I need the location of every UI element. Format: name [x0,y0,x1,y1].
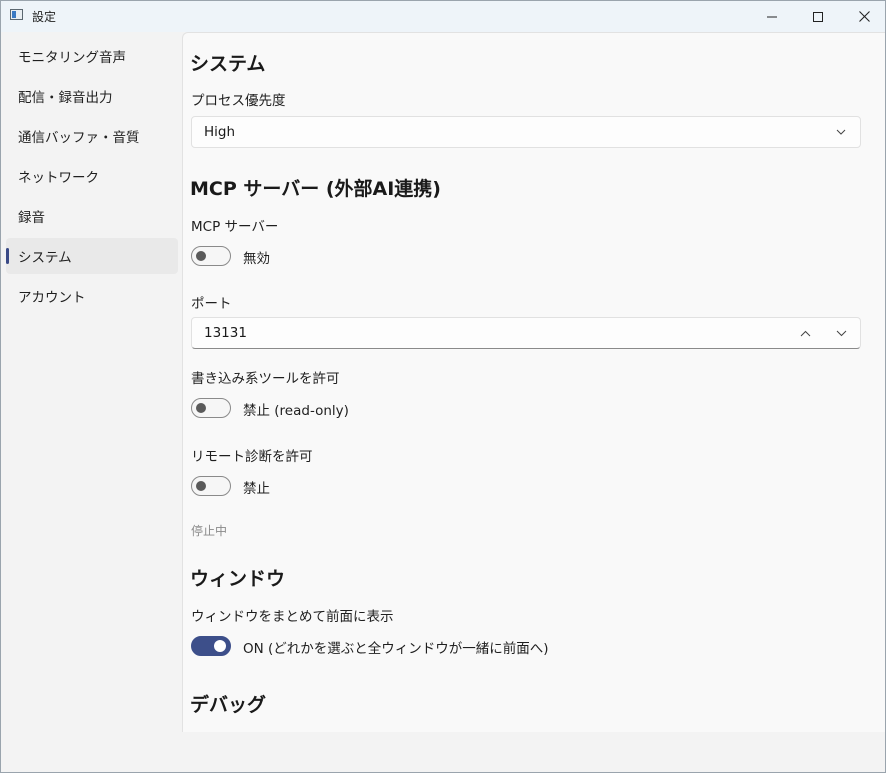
toggle-knob [196,481,206,491]
sidebar-item-label: ネットワーク [18,170,99,186]
sidebar-item-label: 録音 [18,210,45,226]
port-value: 13131 [204,325,247,341]
process-priority-label: プロセス優先度 [191,93,286,109]
app-icon [10,9,23,20]
maximize-icon [813,11,823,22]
mcp-status-text: 停止中 [191,524,228,538]
sidebar-item-stream-record-output[interactable]: 配信・録音出力 [6,78,178,114]
port-label: ポート [191,296,232,312]
chevron-down-icon [826,117,856,147]
sidebar-item-recording[interactable]: 録音 [6,198,178,234]
settings-content[interactable]: システム プロセス優先度 High MCP サーバー (外部AI連携) MCP … [182,32,885,732]
sidebar-item-account[interactable]: アカウント [6,278,178,314]
mcp-server-toggle[interactable] [191,246,231,266]
process-priority-dropdown[interactable]: High [191,116,861,148]
close-button[interactable] [841,1,885,32]
mcp-server-toggle-text: 無効 [243,251,270,267]
toggle-knob [196,403,206,413]
group-front-toggle[interactable] [191,636,231,656]
allow-remote-diagnostics-toggle-text: 禁止 [243,481,270,497]
allow-remote-diagnostics-toggle[interactable] [191,476,231,496]
chevron-down-icon[interactable] [826,318,856,348]
allow-write-tools-label: 書き込み系ツールを許可 [191,371,340,387]
sidebar-item-buffer-quality[interactable]: 通信バッファ・音質 [6,118,178,154]
allow-write-tools-toggle-text: 禁止 (read-only) [243,403,349,419]
close-icon [858,11,870,22]
mcp-server-label: MCP サーバー [191,219,279,235]
process-priority-value: High [204,124,236,140]
title-bar[interactable]: 設定 [1,1,885,32]
allow-write-tools-toggle[interactable] [191,398,231,418]
minimize-icon [767,16,777,17]
sidebar-item-network[interactable]: ネットワーク [6,158,178,194]
chevron-up-icon[interactable] [790,318,820,348]
toggle-knob [214,640,226,652]
sidebar-item-label: モニタリング音声 [18,50,126,66]
sidebar-item-label: 通信バッファ・音質 [18,130,140,146]
maximize-button[interactable] [795,1,841,32]
sidebar-item-monitoring-audio[interactable]: モニタリング音声 [6,38,178,74]
port-number-box[interactable]: 13131 [191,317,861,349]
settings-window: 設定 モニタリング音声 配信・録音出力 通信バッファ・音質 ネットワーク 録音 … [0,0,886,773]
toggle-knob [196,251,206,261]
section-title-debug: デバッグ [190,694,267,716]
sidebar-item-label: システム [18,250,72,266]
minimize-button[interactable] [749,1,795,32]
group-front-toggle-text: ON (どれかを選ぶと全ウィンドウが一緒に前面へ) [243,641,549,657]
section-title-window: ウィンドウ [190,568,286,590]
sidebar-item-label: アカウント [18,290,86,306]
settings-sidebar: モニタリング音声 配信・録音出力 通信バッファ・音質 ネットワーク 録音 システ… [1,32,182,772]
sidebar-item-system[interactable]: システム [6,238,178,274]
window-title: 設定 [32,10,57,24]
section-title-mcp: MCP サーバー (外部AI連携) [190,178,441,200]
allow-remote-diagnostics-label: リモート診断を許可 [191,449,313,465]
selection-indicator [6,248,9,264]
sidebar-item-label: 配信・録音出力 [18,90,113,106]
section-title-system: システム [190,53,266,75]
group-front-label: ウィンドウをまとめて前面に表示 [191,609,394,625]
